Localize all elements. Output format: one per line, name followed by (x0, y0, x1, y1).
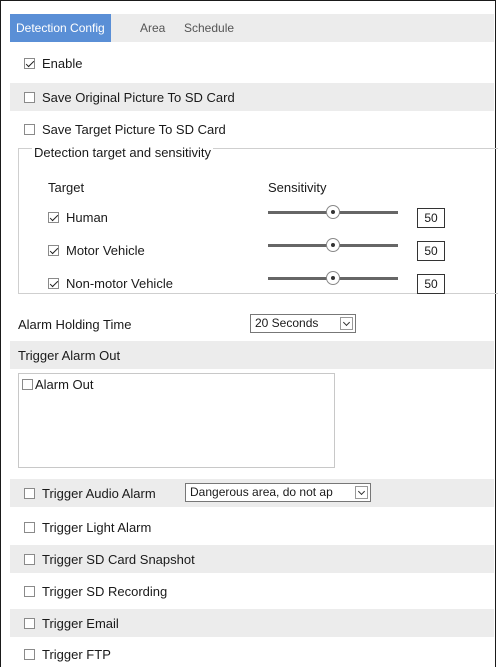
trigger-audio-alarm-label: Trigger Audio Alarm (42, 485, 156, 501)
trigger-ftp-checkbox[interactable] (24, 648, 35, 660)
trigger-sd-recording-label: Trigger SD Recording (42, 583, 168, 599)
trigger-light-alarm-row: Trigger Light Alarm (10, 513, 494, 541)
save-original-checkbox[interactable] (24, 91, 35, 103)
motor-vehicle-label: Motor Vehicle (66, 242, 145, 258)
alarm-holding-label: Alarm Holding Time (18, 316, 132, 332)
save-original-row: Save Original Picture To SD Card (10, 83, 494, 111)
save-original-label: Save Original Picture To SD Card (42, 89, 235, 105)
alarm-out-checkbox[interactable] (22, 379, 33, 390)
human-label: Human (66, 209, 108, 225)
motor-vehicle-sensitivity-value[interactable]: 50 (417, 241, 445, 261)
enable-checkbox[interactable] (24, 57, 35, 69)
non-motor-vehicle-checkbox[interactable] (48, 277, 59, 289)
chevron-down-icon[interactable] (340, 317, 353, 330)
motor-vehicle-sensitivity-slider[interactable] (268, 238, 398, 252)
trigger-sd-snapshot-label: Trigger SD Card Snapshot (42, 551, 195, 567)
enable-row: Enable (10, 49, 494, 77)
trigger-email-label: Trigger Email (42, 615, 119, 631)
enable-label: Enable (42, 55, 83, 71)
trigger-email-checkbox[interactable] (24, 617, 35, 629)
trigger-sd-snapshot-checkbox[interactable] (24, 553, 35, 565)
trigger-sd-recording-checkbox[interactable] (24, 585, 35, 597)
non-motor-vehicle-sensitivity-value[interactable]: 50 (417, 274, 445, 294)
audio-alarm-value: Dangerous area, do not ap (190, 485, 333, 499)
human-sensitivity-slider[interactable] (268, 205, 398, 219)
tab-area[interactable]: Area (140, 14, 165, 42)
human-sensitivity-value[interactable]: 50 (417, 208, 445, 228)
non-motor-vehicle-sensitivity-slider[interactable] (268, 271, 398, 285)
target-row-non-motor-vehicle: Non-motor Vehicle (48, 272, 173, 294)
save-target-label: Save Target Picture To SD Card (42, 121, 226, 137)
alarm-holding-select[interactable]: 20 Seconds (250, 314, 356, 333)
tab-detection-config[interactable]: Detection Config (10, 14, 111, 42)
chevron-down-icon[interactable] (355, 486, 368, 499)
trigger-sd-recording-row: Trigger SD Recording (10, 577, 494, 605)
save-target-row: Save Target Picture To SD Card (10, 115, 494, 143)
human-checkbox[interactable] (48, 211, 59, 223)
trigger-light-alarm-checkbox[interactable] (24, 521, 35, 533)
alarm-holding-value: 20 Seconds (255, 316, 319, 330)
slider-knob[interactable] (326, 271, 340, 285)
tab-bar: Detection Config Area Schedule (10, 14, 494, 42)
alarm-out-list: Alarm Out (18, 373, 335, 468)
trigger-alarm-out-row: Trigger Alarm Out (10, 341, 494, 369)
trigger-sd-snapshot-row: Trigger SD Card Snapshot (10, 545, 494, 573)
alarm-out-item: Alarm Out (22, 377, 94, 392)
detection-legend: Detection target and sensitivity (32, 145, 214, 160)
trigger-ftp-label: Trigger FTP (42, 646, 111, 662)
slider-knob[interactable] (326, 238, 340, 252)
slider-knob[interactable] (326, 205, 340, 219)
trigger-light-alarm-label: Trigger Light Alarm (42, 519, 152, 535)
trigger-audio-alarm-checkbox[interactable] (24, 487, 35, 499)
trigger-email-row: Trigger Email (10, 609, 494, 637)
alarm-out-label: Alarm Out (35, 377, 94, 392)
target-column-header: Target (48, 180, 85, 195)
audio-alarm-select[interactable]: Dangerous area, do not ap (185, 483, 371, 502)
non-motor-vehicle-label: Non-motor Vehicle (66, 275, 173, 291)
target-row-motor-vehicle: Motor Vehicle (48, 239, 145, 261)
trigger-ftp-row: Trigger FTP (10, 641, 494, 667)
save-target-checkbox[interactable] (24, 123, 35, 135)
target-row-human: Human (48, 206, 108, 228)
trigger-alarm-out-label: Trigger Alarm Out (18, 347, 121, 363)
motor-vehicle-checkbox[interactable] (48, 244, 59, 256)
sensitivity-column-header: Sensitivity (268, 180, 327, 195)
tab-schedule[interactable]: Schedule (184, 14, 234, 42)
